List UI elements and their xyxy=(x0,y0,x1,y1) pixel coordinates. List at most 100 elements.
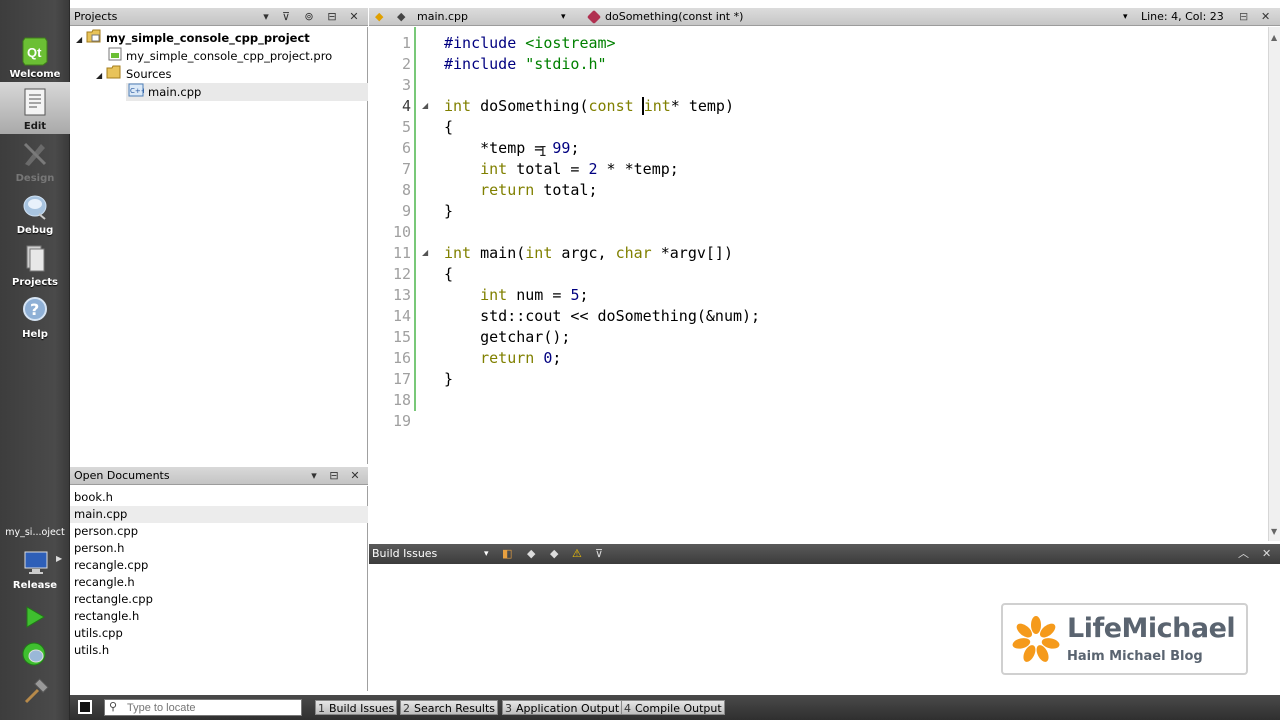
build-button[interactable] xyxy=(21,678,49,706)
code-line: std::cout << doSomething(&num); xyxy=(444,307,761,325)
file-selector[interactable]: main.cpp xyxy=(417,8,468,26)
cursor-position: Line: 4, Col: 23 xyxy=(1141,10,1224,23)
line-number: 6 xyxy=(401,139,411,157)
line-number: 15 xyxy=(392,328,411,346)
code-editor[interactable]: 1 2 3 4 5 6 7 8 9 10 11 12 13 14 15 16 1… xyxy=(369,27,1268,541)
build-issues-title[interactable]: Build Issues xyxy=(372,547,437,560)
code-line: } xyxy=(444,202,454,220)
chevron-down-icon[interactable]: ▾ xyxy=(561,8,566,26)
open-doc-item[interactable]: main.cpp xyxy=(70,506,368,523)
code-line: { xyxy=(444,265,454,283)
open-doc-item[interactable]: person.cpp xyxy=(74,523,138,540)
open-documents-title[interactable]: Open Documents xyxy=(74,469,170,482)
nav-back-icon[interactable]: ◆ xyxy=(375,8,383,26)
scroll-up-icon[interactable]: ▲ xyxy=(1271,33,1277,42)
tree-item-sources[interactable]: ◢ Sources xyxy=(96,65,172,83)
fold-arrow-icon[interactable]: ◢ xyxy=(422,248,428,257)
line-number: 16 xyxy=(392,349,411,367)
projects-pane-title[interactable]: Projects xyxy=(74,10,117,23)
projects-icon xyxy=(23,244,47,275)
dropdown-arrow-icon[interactable]: ▾ xyxy=(306,468,322,484)
open-documents-header: Open Documents ▾ ⊟ ✕ xyxy=(70,467,368,485)
line-number: 10 xyxy=(392,223,411,241)
symbol-selector[interactable]: doSomething(const int *) xyxy=(605,8,743,26)
svg-text:Qt: Qt xyxy=(27,45,42,60)
line-number: 17 xyxy=(392,370,411,388)
mode-edit[interactable]: Edit xyxy=(0,82,70,134)
tree-item-main-cpp[interactable]: C++ main.cpp xyxy=(126,83,368,101)
dropdown-arrow-icon[interactable]: ▾ xyxy=(484,544,489,564)
close-icon[interactable]: ✕ xyxy=(346,9,362,25)
play-icon xyxy=(22,606,48,633)
close-panel-icon[interactable]: ✕ xyxy=(1262,544,1271,564)
mode-label: Help xyxy=(22,329,48,340)
line-number: 14 xyxy=(392,307,411,325)
previous-issue-icon[interactable]: ◆ xyxy=(527,544,535,564)
pro-file-icon xyxy=(108,47,122,66)
maximize-panel-icon[interactable]: ︿ xyxy=(1238,544,1249,564)
open-doc-item[interactable]: utils.h xyxy=(74,642,109,659)
line-number: 8 xyxy=(401,181,411,199)
code-line: { xyxy=(444,118,454,136)
open-doc-item[interactable]: person.h xyxy=(74,540,124,557)
flower-logo-icon xyxy=(1011,615,1061,668)
project-folder-icon xyxy=(86,29,102,48)
build-issues-header: Build Issues ▾ ◧ ◆ ◆ ⚠ ⊽ ︿ ✕ xyxy=(369,544,1280,564)
output-tab-search-results[interactable]: 2 Search Results xyxy=(400,700,499,715)
editor-scrollbar[interactable]: ▲ ▼ xyxy=(1268,27,1280,541)
link-sync-icon[interactable]: ⊚ xyxy=(301,9,317,25)
close-document-icon[interactable]: ✕ xyxy=(1261,8,1270,26)
help-icon: ? xyxy=(22,296,48,325)
debug-run-button[interactable] xyxy=(20,640,50,668)
search-icon: ⚲ xyxy=(109,700,118,713)
run-button[interactable] xyxy=(22,604,48,630)
code-line: getchar(); xyxy=(444,328,571,346)
open-doc-item[interactable]: utils.cpp xyxy=(74,625,123,642)
edit-document-icon xyxy=(23,88,47,119)
line-number: 4 xyxy=(401,97,411,115)
toggle-sidebar-icon[interactable] xyxy=(78,700,92,714)
locator-input-wrapper[interactable]: ⚲ xyxy=(104,699,302,716)
fold-arrow-icon[interactable]: ◢ xyxy=(422,101,428,110)
open-doc-item[interactable]: recangle.cpp xyxy=(74,557,148,574)
output-tab-build-issues[interactable]: 1 Build Issues xyxy=(315,700,398,715)
mode-design[interactable]: Design xyxy=(0,134,70,186)
line-number: 13 xyxy=(392,286,411,304)
folder-icon xyxy=(106,65,122,84)
expand-arrow-icon[interactable]: ◢ xyxy=(96,67,106,85)
scroll-down-icon[interactable]: ▼ xyxy=(1271,527,1277,536)
open-doc-item[interactable]: rectangle.h xyxy=(74,608,139,625)
tree-item-pro-file[interactable]: my_simple_console_cpp_project.pro xyxy=(108,47,332,65)
locator-input[interactable] xyxy=(127,701,297,714)
monitor-icon xyxy=(22,550,50,579)
close-icon[interactable]: ✕ xyxy=(347,468,363,484)
clear-issues-icon[interactable]: ◧ xyxy=(502,544,512,564)
split-editor-icon[interactable]: ⊟ xyxy=(1239,8,1248,26)
mode-help[interactable]: ? Help xyxy=(0,290,70,342)
output-tab-compile-output[interactable]: 4 Compile Output xyxy=(621,700,725,715)
chevron-down-icon[interactable]: ▾ xyxy=(1123,8,1128,26)
next-issue-icon[interactable]: ◆ xyxy=(550,544,558,564)
nav-forward-icon[interactable]: ◆ xyxy=(397,8,405,26)
mode-projects[interactable]: Projects xyxy=(0,238,70,290)
mode-welcome[interactable]: Qt Welcome xyxy=(0,30,70,82)
warning-filter-icon[interactable]: ⚠ xyxy=(572,544,582,564)
mode-debug[interactable]: Debug xyxy=(0,186,70,238)
tree-item-project[interactable]: ◢ my_simple_console_cpp_project xyxy=(76,29,310,47)
line-number: 18 xyxy=(392,391,411,409)
output-tab-application-output[interactable]: 3 Application Output xyxy=(502,700,623,715)
filter-icon[interactable]: ⊽ xyxy=(595,544,603,564)
dropdown-arrow-icon[interactable]: ▾ xyxy=(258,9,274,25)
logo-subtitle: Haim Michael Blog xyxy=(1067,649,1203,664)
open-doc-item[interactable]: recangle.h xyxy=(74,574,135,591)
open-doc-item[interactable]: book.h xyxy=(74,489,113,506)
open-doc-item[interactable]: rectangle.cpp xyxy=(74,591,153,608)
split-icon[interactable]: ⊟ xyxy=(326,468,342,484)
cpp-file-icon: C++ xyxy=(128,83,147,102)
expand-arrow-icon[interactable]: ◢ xyxy=(76,31,86,49)
kit-selector[interactable]: my_si...oject ▶ Release xyxy=(0,522,70,594)
filter-icon[interactable]: ⊽ xyxy=(278,9,294,25)
line-number: 3 xyxy=(401,76,411,94)
code-line: return 0; xyxy=(480,349,562,367)
split-icon[interactable]: ⊟ xyxy=(324,9,340,25)
